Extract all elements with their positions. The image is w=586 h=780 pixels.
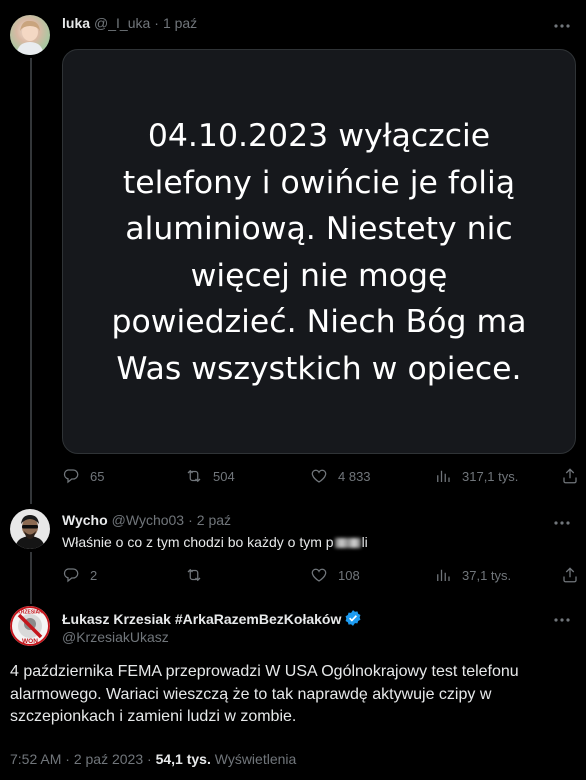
tweet-image[interactable]: 04.10.2023 wyłączcie telefony i owińcie … — [62, 49, 576, 454]
display-name[interactable]: Wycho — [62, 512, 108, 528]
tweet-header: Wycho @Wycho03 · 2 paź — [62, 512, 231, 528]
avatar-text: KRZESIAK — [17, 610, 43, 616]
views-button[interactable]: 317,1 tys. — [434, 467, 518, 485]
tweet-time[interactable]: 1 paź — [163, 15, 197, 31]
tweet-header: luka @_I_uka · 1 paź — [62, 15, 197, 31]
user-handle[interactable]: @KrzesiakUkasz — [62, 629, 169, 645]
views-icon — [437, 569, 450, 581]
more-icon[interactable] — [553, 514, 571, 532]
author-name-row: Łukasz Krzesiak #ArkaRazemBezKołaków — [62, 609, 362, 629]
views-icon — [437, 470, 450, 482]
reply-button[interactable]: 65 — [62, 467, 104, 485]
share-icon — [563, 567, 577, 583]
share-button[interactable] — [561, 467, 579, 485]
tweet-date[interactable]: 2 paź 2023 — [74, 751, 143, 767]
retweet-icon — [187, 568, 201, 582]
retweet-icon — [187, 469, 201, 483]
avatar-text: WON — [22, 638, 38, 645]
like-count: 108 — [338, 567, 360, 583]
display-name[interactable]: luka — [62, 15, 90, 31]
more-icon[interactable] — [553, 611, 571, 629]
reply-button[interactable]: 2 — [62, 566, 97, 584]
image-caption: 04.10.2023 wyłączcie telefony i owińcie … — [111, 118, 527, 387]
retweet-count: 504 — [213, 468, 235, 484]
heart-icon — [311, 469, 327, 483]
avatar[interactable] — [10, 15, 50, 55]
reply-count: 65 — [90, 468, 105, 484]
separator: · — [65, 751, 70, 767]
retweet-button[interactable] — [185, 566, 213, 584]
tweet-text: 4 października FEMA przeprowadzi W USA O… — [10, 663, 519, 725]
tweet-time[interactable]: 2 paź — [197, 512, 231, 528]
avatar[interactable]: KRZESIAK WON — [10, 606, 50, 646]
reply-count: 2 — [90, 567, 98, 583]
like-button[interactable]: 4 833 — [310, 467, 371, 485]
reply-icon — [63, 568, 79, 583]
separator: · — [188, 512, 193, 528]
separator: · — [147, 751, 152, 767]
tweet-text-part: li — [361, 534, 368, 550]
more-icon[interactable] — [553, 17, 571, 35]
like-button[interactable]: 108 — [310, 566, 360, 584]
censored-word — [334, 538, 361, 549]
views-count: 54,1 tys. — [155, 751, 211, 767]
separator: · — [154, 15, 159, 31]
verified-badge-icon — [345, 610, 361, 626]
tweet-text-part: Właśnie o co z tym chodzi bo każdy o tym… — [62, 534, 334, 550]
tweet-time[interactable]: 7:52 AM — [10, 751, 61, 767]
thread-line — [30, 552, 32, 604]
display-name[interactable]: Łukasz Krzesiak #ArkaRazemBezKołaków — [62, 611, 341, 627]
user-handle[interactable]: @_I_uka — [94, 15, 150, 31]
views-label: Wyświetlenia — [214, 751, 297, 767]
share-icon — [563, 468, 577, 484]
retweet-button[interactable]: 504 — [185, 467, 235, 485]
like-count: 4 833 — [338, 468, 371, 484]
thread-line — [30, 58, 32, 504]
heart-icon — [311, 568, 327, 582]
views-count: 317,1 tys. — [462, 468, 519, 484]
tweet-meta: 7:52 AM · 2 paź 2023 · 54,1 tys. Wyświet… — [10, 751, 296, 767]
avatar[interactable] — [10, 509, 50, 549]
reply-icon — [63, 469, 79, 484]
share-button[interactable] — [561, 566, 579, 584]
user-handle[interactable]: @Wycho03 — [112, 512, 184, 528]
tweet-text: Właśnie o co z tym chodzi bo każdy o tym… — [62, 534, 368, 550]
views-count: 37,1 tys. — [462, 567, 512, 583]
tweet-actions: 65 504 4 833 317,1 tys. — [62, 467, 579, 487]
tweet-actions: 2 108 37,1 tys. — [62, 566, 579, 586]
views-button[interactable]: 37,1 tys. — [434, 566, 511, 584]
